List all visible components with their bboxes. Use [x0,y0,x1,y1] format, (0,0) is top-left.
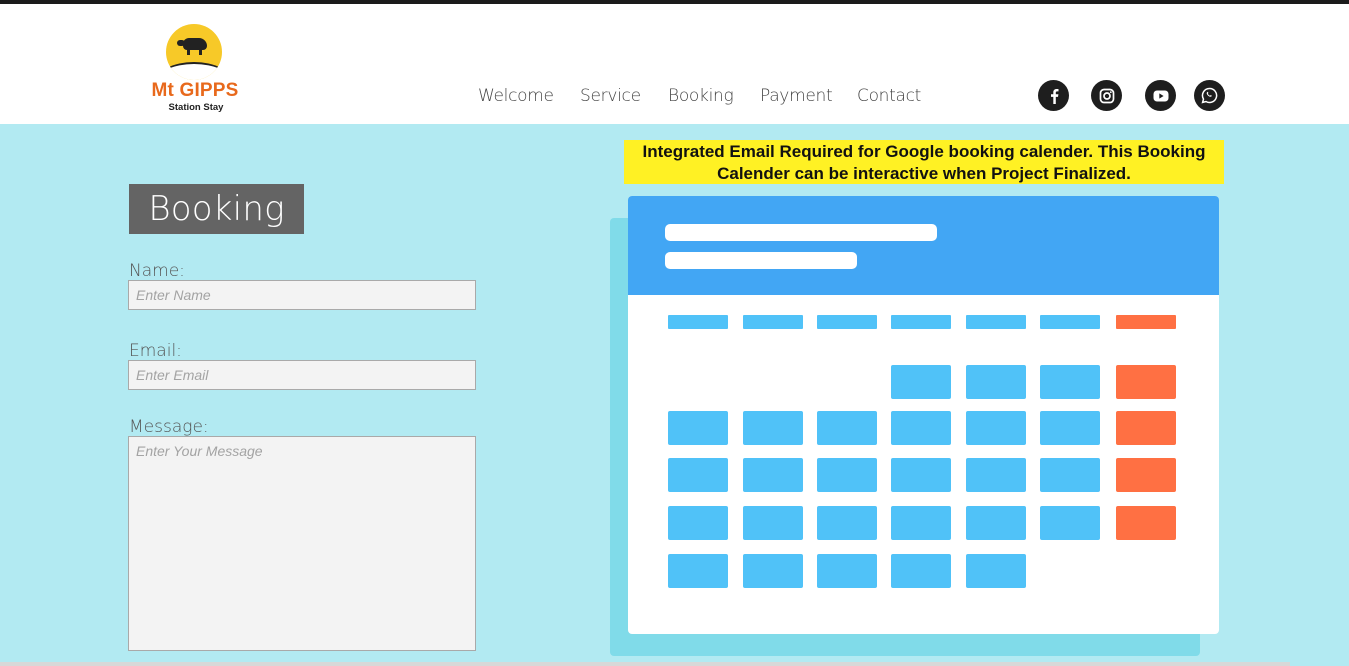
email-label: Email: [129,341,182,361]
site-logo[interactable]: Mt GIPPS Station Stay [146,24,246,116]
calendar-day-cell [1040,506,1100,540]
calendar-day-cell [891,458,951,492]
youtube-icon[interactable] [1145,80,1176,111]
calendar-day-cell [1116,365,1176,399]
email-input[interactable] [128,360,476,390]
facebook-icon[interactable] [1038,80,1069,111]
message-label: Message: [129,417,209,437]
calendar-weekday-bar [743,315,803,329]
calendar-weekday-bar [668,315,728,329]
bottom-divider [0,662,1290,666]
nav-booking[interactable]: Booking [668,86,734,106]
calendar-day-cell [891,506,951,540]
calendar-day-cell [966,554,1026,588]
calendar-day-cell [891,365,951,399]
calendar-day-cell [668,411,728,445]
calendar-day-cell [743,506,803,540]
calendar-notice: Integrated Email Required for Google boo… [624,140,1224,184]
calendar-day-cell [1040,411,1100,445]
calendar-day-cell [743,458,803,492]
name-label: Name: [129,261,185,281]
calendar-weekday-bar [1116,315,1176,329]
nav-contact[interactable]: Contact [857,86,921,106]
nav-service[interactable]: Service [580,86,641,106]
logo-sun [166,24,222,80]
calendar-day-cell [743,554,803,588]
calendar-day-cell [966,365,1026,399]
calendar-header [628,196,1219,295]
calendar-day-cell [1040,365,1100,399]
calendar-day-cell [817,411,877,445]
calendar-day-cell [966,506,1026,540]
calendar-weekday-bar [891,315,951,329]
page-title: Booking [129,184,304,234]
nav-welcome[interactable]: Welcome [478,86,554,106]
calendar-day-cell [668,554,728,588]
nav-payment[interactable]: Payment [760,86,833,106]
calendar-day-cell [743,411,803,445]
calendar-day-cell [817,506,877,540]
calendar-day-cell [891,554,951,588]
calendar-day-cell [817,554,877,588]
booking-calendar-illustration [628,196,1219,634]
logo-hill [166,62,222,80]
site-header: Mt GIPPS Station Stay Welcome Service Bo… [0,4,1349,124]
calendar-day-cell [1116,506,1176,540]
calendar-weekday-bar [817,315,877,329]
calendar-day-cell [668,458,728,492]
instagram-icon[interactable] [1091,80,1122,111]
calendar-day-cell [891,411,951,445]
calendar-day-cell [668,506,728,540]
calendar-subtitle-placeholder [665,252,857,269]
calendar-day-cell [817,458,877,492]
calendar-day-cell [1116,458,1176,492]
name-input[interactable] [128,280,476,310]
calendar-day-cell [966,458,1026,492]
calendar-title-placeholder [665,224,937,241]
whatsapp-icon[interactable] [1194,80,1225,111]
calendar-day-cell [966,411,1026,445]
calendar-weekday-bar [966,315,1026,329]
logo-subtitle: Station Stay [168,102,224,113]
logo-name: Mt GIPPS [151,80,239,101]
logo-cow-icon [177,38,207,55]
message-textarea[interactable] [128,436,476,651]
calendar-weekday-bar [1040,315,1100,329]
calendar-day-cell [1040,458,1100,492]
calendar-day-cell [1116,411,1176,445]
